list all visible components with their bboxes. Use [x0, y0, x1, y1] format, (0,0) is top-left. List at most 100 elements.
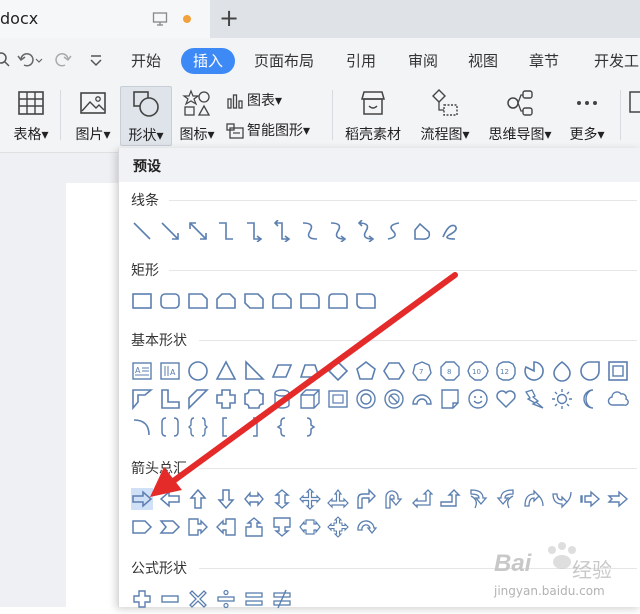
curved-connector-shape-icon[interactable] [299, 220, 321, 242]
teardrop-shape-icon[interactable] [551, 360, 573, 382]
right-triangle-shape-icon[interactable] [243, 360, 265, 382]
down-arrow-callout-shape-icon[interactable] [271, 516, 293, 538]
curved-arrow-connector-shape-icon[interactable] [327, 220, 349, 243]
diamond-shape-icon[interactable] [327, 360, 349, 382]
curved-down-arrow-shape-icon[interactable] [551, 488, 573, 510]
folded-corner-shape-icon[interactable] [439, 388, 461, 410]
bent-arrow-shape-icon[interactable] [355, 488, 377, 510]
elbow-double-arrow-shape-icon[interactable] [271, 219, 293, 243]
curved-left-arrow-shape-icon[interactable] [495, 488, 517, 510]
sun-shape-icon[interactable] [551, 388, 573, 410]
hexagon-shape-icon[interactable] [383, 360, 405, 382]
snip-two-corner-rectangle-shape-icon[interactable] [215, 290, 237, 312]
curved-double-arrow-shape-icon[interactable] [355, 219, 377, 243]
no-symbol-shape-icon[interactable] [383, 388, 405, 410]
menu-insert[interactable]: 插入 [181, 48, 236, 74]
menu-developer[interactable]: 开发工 [594, 50, 639, 72]
redo-icon[interactable] [54, 50, 74, 70]
left-bracket-shape-icon[interactable] [215, 416, 237, 438]
pentagon-shape-icon[interactable] [355, 360, 377, 382]
right-brace-shape-icon[interactable] [299, 416, 321, 438]
cloud-shape-icon[interactable] [607, 388, 629, 410]
left-brace-shape-icon[interactable] [271, 416, 293, 438]
elbow-connector-shape-icon[interactable] [215, 220, 237, 242]
shape-button[interactable]: 形状▾ [120, 86, 172, 146]
quad-arrow-callout-shape-icon[interactable] [327, 516, 349, 538]
round-diagonal-rectangle-shape-icon[interactable] [355, 290, 377, 312]
menu-references[interactable]: 引用 [346, 50, 376, 72]
vertical-text-box-shape-icon[interactable]: A [159, 360, 181, 382]
down-arrow-shape-icon[interactable] [215, 488, 237, 510]
rectangle-shape-icon[interactable] [131, 290, 153, 312]
round-two-corner-rectangle-shape-icon[interactable] [327, 290, 349, 312]
trapezoid-shape-icon[interactable] [299, 360, 321, 382]
half-frame-shape-icon[interactable] [131, 388, 154, 411]
smiley-face-shape-icon[interactable] [467, 388, 489, 410]
snip-round-rectangle-shape-icon[interactable] [271, 290, 293, 312]
icon-button[interactable]: 图标▾ [174, 86, 220, 144]
l-shape-icon[interactable] [159, 388, 181, 410]
comment-icon[interactable] [628, 90, 640, 120]
plaque-shape-icon[interactable] [243, 388, 265, 410]
rounded-rectangle-shape-icon[interactable] [159, 290, 181, 312]
right-bracket-shape-icon[interactable] [243, 416, 265, 438]
document-page[interactable] [66, 183, 126, 607]
moon-shape-icon[interactable] [579, 388, 601, 410]
elbow-arrow-connector-shape-icon[interactable] [243, 220, 265, 243]
up-arrow-shape-icon[interactable] [187, 488, 209, 510]
bevel-shape-icon[interactable] [327, 388, 349, 410]
smart-graphic-button[interactable]: 智能图形▾ [226, 120, 310, 142]
donut-shape-icon[interactable] [355, 388, 377, 410]
left-arrow-shape-icon[interactable] [159, 488, 181, 510]
customize-toolbar-icon[interactable] [86, 50, 106, 70]
folded-shape-icon[interactable] [579, 360, 601, 382]
octagon-shape-icon[interactable]: 8 [439, 360, 461, 382]
left-arrow-callout-shape-icon[interactable] [215, 516, 237, 538]
table-button[interactable]: 表格▾ [8, 86, 54, 144]
can-shape-icon[interactable] [271, 388, 293, 410]
chevron-shape-icon[interactable] [159, 516, 181, 538]
heart-shape-icon[interactable] [495, 388, 517, 410]
curved-right-arrow-shape-icon[interactable] [467, 488, 489, 510]
curve-shape-icon[interactable] [383, 220, 405, 242]
menu-page-layout[interactable]: 页面布局 [254, 50, 314, 72]
dodecagon-shape-icon[interactable]: 12 [495, 360, 517, 382]
notched-right-arrow-shape-icon[interactable] [607, 488, 629, 510]
material-button[interactable]: 稻壳素材 [340, 86, 406, 144]
snip-corner-rectangle-shape-icon[interactable] [187, 290, 209, 312]
left-right-arrow-callout-shape-icon[interactable] [299, 516, 321, 538]
triangle-shape-icon[interactable] [215, 360, 237, 382]
arrow-line-shape-icon[interactable] [159, 220, 181, 242]
picture-button[interactable]: 图片▾ [68, 86, 118, 144]
text-box-shape-icon[interactable]: A [131, 360, 153, 382]
cross-shape-icon[interactable] [215, 388, 237, 410]
frame-shape-icon[interactable] [607, 360, 629, 382]
menu-view[interactable]: 视图 [468, 50, 498, 72]
left-right-up-arrow-shape-icon[interactable] [327, 488, 349, 510]
up-down-arrow-shape-icon[interactable] [271, 488, 293, 510]
right-arrow-callout-shape-icon[interactable] [187, 516, 209, 538]
freeform-shape-icon[interactable] [411, 220, 433, 242]
striped-right-arrow-shape-icon[interactable] [579, 488, 601, 510]
line-shape-icon[interactable] [131, 220, 153, 242]
menu-start[interactable]: 开始 [131, 50, 161, 72]
parallelogram-shape-icon[interactable] [271, 360, 293, 382]
heptagon-shape-icon[interactable]: 7 [411, 360, 433, 382]
mindmap-button[interactable]: 思维导图▾ [482, 86, 558, 144]
monitor-icon[interactable] [152, 11, 168, 27]
u-turn-arrow-shape-icon[interactable] [383, 488, 405, 510]
chart-button[interactable]: 图表▾ [226, 90, 282, 112]
document-tab[interactable]: docx [0, 0, 210, 38]
double-brace-shape-icon[interactable] [187, 416, 209, 438]
snip-diagonal-rectangle-shape-icon[interactable] [243, 290, 265, 312]
round-corner-rectangle-shape-icon[interactable] [299, 290, 321, 312]
diagonal-stripe-shape-icon[interactable] [187, 388, 209, 410]
left-up-arrow-shape-icon[interactable] [411, 488, 434, 510]
bent-up-arrow-shape-icon[interactable] [439, 488, 461, 510]
block-arc-shape-icon[interactable] [411, 388, 433, 410]
menu-review[interactable]: 审阅 [408, 50, 438, 72]
cube-shape-icon[interactable] [299, 388, 321, 410]
circular-arrow-shape-icon[interactable] [355, 516, 378, 538]
pentagon-arrow-shape-icon[interactable] [131, 516, 153, 538]
double-arrow-line-shape-icon[interactable] [187, 220, 209, 242]
